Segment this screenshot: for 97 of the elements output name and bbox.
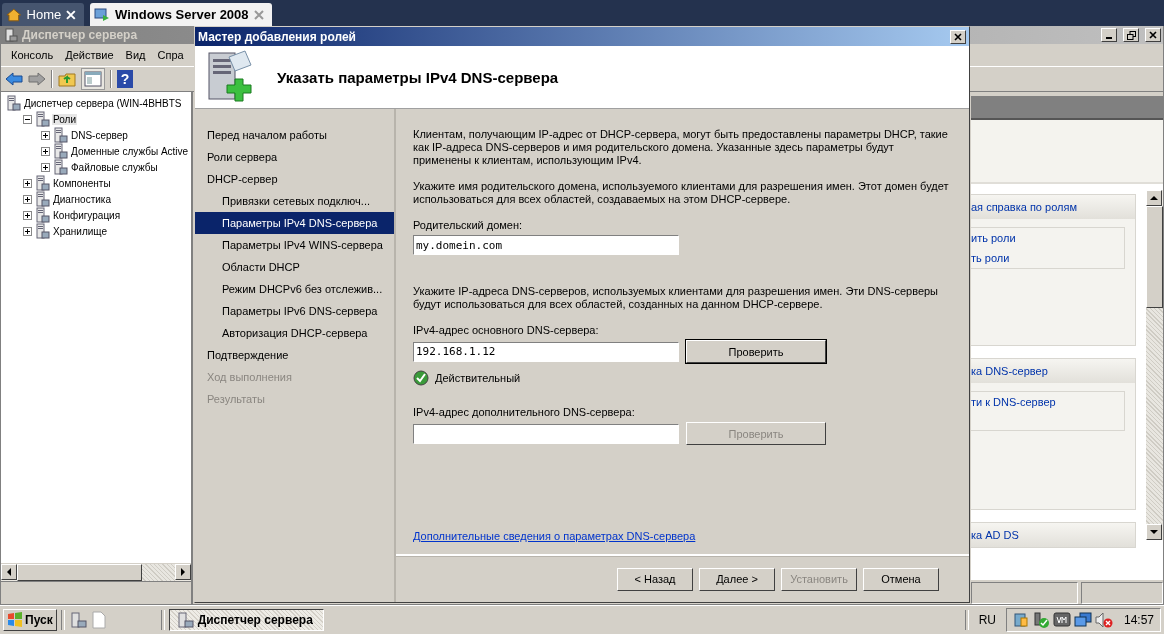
left-arrow-icon[interactable] — [6, 568, 12, 576]
clock[interactable]: 14:57 — [1123, 613, 1154, 627]
section-title[interactable]: ка AD DS — [971, 529, 1019, 541]
domain-hint: Укажите имя родительского домена, используемого клиентами для разрешения имен. Этот домен будет использоваться для всех областей, создаваемых на этом DHCP-сервере. — [413, 180, 950, 206]
ip-field[interactable] — [413, 423, 679, 444]
server-icon — [34, 175, 50, 191]
field-label: Родительский домен: — [413, 219, 523, 231]
link[interactable]: ить роли — [971, 232, 1124, 244]
monitors-icon[interactable] — [1073, 612, 1092, 628]
field-label: IPv4-адрес основного DNS-сервера: — [413, 324, 600, 336]
server-icon — [52, 159, 68, 175]
link[interactable]: ть роли — [971, 252, 1124, 264]
dns-hint: Укажите IP-адреса DNS-серверов, используемых клиентами для разрешения имен. Эти DNS-серверы будут использоваться для всех областей, созданных на данном DHCP-сервере. — [413, 285, 940, 311]
tree-item[interactable]: Файловые службы — [70, 161, 159, 173]
panel-icon[interactable] — [81, 68, 105, 90]
wizard-step[interactable]: Привязки сетевых подключ... — [195, 190, 394, 212]
tree-item[interactable]: Конфигурация — [52, 209, 122, 221]
server-add-icon — [205, 49, 255, 105]
wizard-step[interactable]: Параметры IPv4 DNS-сервера — [195, 212, 394, 234]
menu-item[interactable]: Действие — [59, 49, 120, 61]
windows-flag-icon — [7, 612, 23, 628]
house-icon — [6, 6, 22, 23]
close-icon[interactable] — [954, 32, 962, 41]
minimize-button[interactable] — [1101, 28, 1117, 42]
help-link[interactable]: Дополнительные сведения о параметрах DNS-сервера — [413, 530, 696, 542]
field-label: IPv4-адрес дополнительного DNS-сервера: — [413, 406, 636, 418]
horizontal-scrollbar[interactable] — [1, 563, 191, 581]
computer-icon — [94, 6, 110, 23]
muted-speaker-icon[interactable] — [1094, 612, 1113, 628]
menu-item[interactable]: Спра — [151, 49, 190, 61]
menu-item[interactable]: Консоль — [5, 49, 60, 61]
tree-item[interactable]: Компоненты — [52, 177, 112, 189]
wizard-button[interactable]: Далее > — [699, 567, 775, 591]
wizard-step[interactable]: DHCP-сервер — [195, 168, 394, 190]
status-text: Действительный — [435, 372, 521, 384]
wizard-step[interactable]: Параметры IPv6 DNS-сервера — [195, 300, 394, 322]
close-button[interactable] — [1145, 28, 1161, 42]
language-indicator[interactable]: RU — [972, 613, 1002, 627]
expand-icon[interactable] — [41, 146, 50, 156]
menu-item[interactable]: Вид — [119, 49, 152, 61]
start-button[interactable]: Пуск — [3, 609, 57, 631]
server-icon — [175, 611, 194, 629]
back-arrow-icon[interactable] — [5, 71, 23, 87]
right-arrow-icon[interactable] — [180, 568, 186, 576]
down-arrow-icon[interactable] — [1150, 529, 1158, 535]
tree-item[interactable]: Диспетчер сервера (WIN-4BHBTS — [23, 97, 183, 109]
wizard-button[interactable]: Отмена — [863, 567, 939, 591]
forward-arrow-icon[interactable] — [28, 71, 46, 87]
wizard-step[interactable]: Области DHCP — [195, 256, 394, 278]
server-icon[interactable] — [68, 611, 87, 629]
expand-icon[interactable] — [41, 130, 50, 140]
server-icon — [34, 191, 50, 207]
scroll-thumb[interactable] — [1146, 206, 1163, 308]
tree-item[interactable]: Доменные службы Active — [70, 145, 190, 157]
tree-item[interactable]: Диагностика — [52, 193, 112, 205]
wizard-step[interactable]: Авторизация DHCP-сервера — [195, 322, 394, 344]
server-icon — [52, 143, 68, 159]
intro-text: Клиентам, получающим IP-адрес от DHCP-сервера, могут быть предоставлены параметры DHCP, такие как IP-адреса DNS-серверов и имя родительского домена. Указанные здесь параметры будут применены к клиентам, использующим IPv4. — [413, 128, 949, 167]
up-arrow-icon[interactable] — [1150, 195, 1158, 201]
browser-tab[interactable]: Home — [2, 3, 84, 26]
tree-item[interactable]: Хранилище — [52, 225, 108, 237]
domain-field[interactable]: my.domein.com — [413, 235, 679, 255]
server-icon — [34, 207, 50, 223]
page-heading: Указать параметры IPv4 DNS-сервера — [277, 68, 559, 86]
server-icon — [34, 223, 50, 239]
taskbar-button[interactable]: Диспетчер сервера — [168, 609, 324, 631]
wizard-step[interactable]: Перед началом работы — [195, 124, 394, 146]
server-icon — [52, 127, 68, 143]
expand-icon[interactable] — [41, 162, 50, 172]
expand-icon[interactable] — [23, 226, 32, 236]
tree-item[interactable]: DNS-сервер — [70, 129, 129, 141]
browser-tab[interactable]: Windows Server 2008 — [90, 3, 272, 26]
server-icon — [34, 111, 50, 127]
tree-item[interactable]: Роли — [52, 113, 77, 125]
collapse-icon[interactable] — [23, 114, 32, 124]
window-title: Диспетчер сервера — [22, 28, 138, 42]
wizard-step[interactable]: Роли сервера — [195, 146, 394, 168]
expand-icon[interactable] — [23, 178, 32, 188]
server-icon — [4, 28, 18, 42]
expand-icon[interactable] — [23, 210, 32, 220]
vm-icon[interactable] — [1052, 612, 1071, 628]
scroll-thumb[interactable] — [17, 564, 142, 581]
wizard-step[interactable]: Режим DHCPv6 без отслежив... — [195, 278, 394, 300]
vertical-scrollbar[interactable] — [1146, 190, 1163, 540]
wizard-button[interactable]: < Назад — [617, 567, 693, 591]
network-icon[interactable] — [1012, 612, 1029, 628]
help-button[interactable]: ? — [117, 70, 133, 88]
close-button[interactable] — [950, 29, 966, 44]
wizard-step[interactable]: Параметры IPv4 WINS-сервера — [195, 234, 394, 256]
dialog-title: Мастер добавления ролей — [198, 29, 356, 44]
usb-check-icon[interactable] — [1031, 612, 1050, 628]
expand-icon[interactable] — [23, 194, 32, 204]
server-icon — [5, 95, 21, 111]
wizard-step[interactable]: Подтверждение — [195, 344, 394, 366]
verify-button[interactable]: Проверить — [686, 340, 826, 363]
close-icon[interactable] — [1149, 31, 1157, 39]
ip-field[interactable]: 192.168.1.12 — [413, 341, 679, 362]
